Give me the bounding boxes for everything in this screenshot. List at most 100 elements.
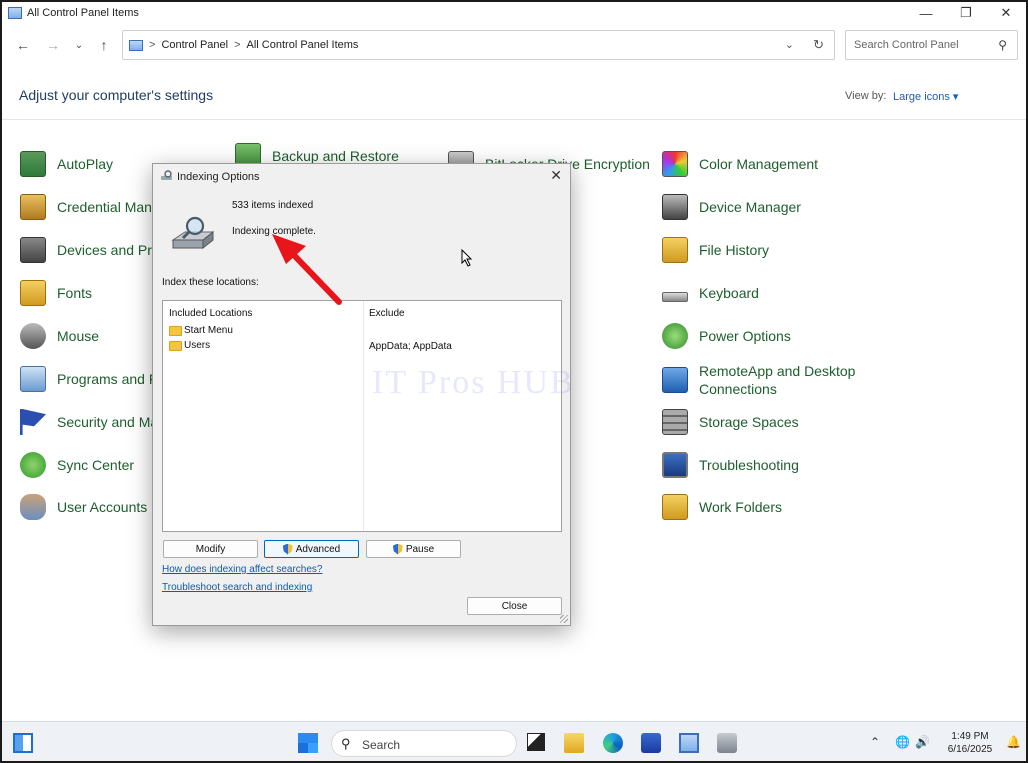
search-input[interactable]: Search Control Panel ⚲ <box>845 30 1018 60</box>
item-user-accounts[interactable]: User Accounts <box>20 493 147 521</box>
refresh-icon[interactable]: ↻ <box>813 37 824 53</box>
item-devices-printers[interactable]: Devices and Prin <box>20 236 163 264</box>
modify-button[interactable]: Modify <box>163 540 258 558</box>
widgets-icon[interactable] <box>13 733 33 753</box>
navigation-bar: ← → ⌄ ↑ > Control Panel > All Control Pa… <box>2 30 1026 62</box>
taskbar-search-input[interactable]: ⚲ Search <box>331 730 517 757</box>
mouse-cursor-icon <box>461 249 473 267</box>
search-placeholder: Search Control Panel <box>854 39 959 51</box>
close-dialog-button[interactable]: Close <box>467 597 562 615</box>
edge-browser-icon[interactable] <box>603 733 623 753</box>
view-by-label: View by: <box>845 90 887 102</box>
flag-icon <box>20 409 46 435</box>
minimize-button[interactable]: — <box>906 2 946 24</box>
forward-arrow-icon[interactable]: → <box>43 35 63 55</box>
dialog-close-icon[interactable]: ✕ <box>550 167 562 184</box>
item-programs-features[interactable]: Programs and F <box>20 365 157 393</box>
index-locations-label: Index these locations: <box>162 277 259 288</box>
pause-button[interactable]: Pause <box>366 540 461 558</box>
color-management-icon <box>662 151 688 177</box>
item-keyboard[interactable]: Keyboard <box>662 279 759 307</box>
item-troubleshooting[interactable]: Troubleshooting <box>662 451 799 479</box>
item-work-folders[interactable]: Work Folders <box>662 493 782 521</box>
column-header-exclude[interactable]: Exclude <box>369 308 405 319</box>
recent-chevron-icon[interactable]: ⌄ <box>69 35 89 55</box>
item-sync-center[interactable]: Sync Center <box>20 451 134 479</box>
chevron-up-icon[interactable]: ⌃ <box>870 735 880 749</box>
control-panel-taskbar-icon[interactable] <box>679 733 699 753</box>
chevron-down-icon[interactable]: ⌄ <box>785 38 794 51</box>
task-view-icon[interactable] <box>527 733 545 751</box>
item-device-manager[interactable]: Device Manager <box>662 193 801 221</box>
advanced-button[interactable]: Advanced <box>264 540 359 558</box>
item-security-maintenance[interactable]: Security and Ma <box>20 408 158 436</box>
search-icon[interactable]: ⚲ <box>998 38 1007 52</box>
device-manager-icon <box>662 194 688 220</box>
back-arrow-icon[interactable]: ← <box>13 35 33 55</box>
indexing-options-taskbar-icon[interactable] <box>717 733 737 753</box>
folder-icon <box>169 340 182 351</box>
item-power-options[interactable]: Power Options <box>662 322 791 350</box>
programs-icon <box>20 366 46 392</box>
users-icon <box>20 494 46 520</box>
file-explorer-icon[interactable] <box>564 733 584 753</box>
storage-icon <box>662 409 688 435</box>
address-bar[interactable]: > Control Panel > All Control Panel Item… <box>122 30 835 60</box>
view-by-dropdown[interactable]: Large icons ▾ <box>893 90 958 103</box>
maximize-button[interactable]: ❐ <box>946 2 986 24</box>
column-header-included[interactable]: Included Locations <box>169 308 252 319</box>
item-storage-spaces[interactable]: Storage Spaces <box>662 408 799 436</box>
list-item[interactable]: Users <box>169 340 210 351</box>
troubleshooting-icon <box>662 452 688 478</box>
network-globe-icon[interactable]: 🌐 <box>895 735 910 749</box>
control-panel-icon <box>129 39 143 51</box>
shield-icon <box>282 543 293 555</box>
credential-manager-icon <box>20 194 46 220</box>
watermark: IT Pros HUB <box>372 364 575 401</box>
printer-icon <box>20 237 46 263</box>
keyboard-icon <box>662 292 688 302</box>
item-fonts[interactable]: Fonts <box>20 279 92 307</box>
indexing-affect-link[interactable]: How does indexing affect searches? <box>162 564 322 575</box>
breadcrumb-all-items[interactable]: All Control Panel Items <box>247 39 359 51</box>
item-file-history[interactable]: File History <box>662 236 769 264</box>
indexing-icon <box>161 170 172 180</box>
fonts-icon <box>20 280 46 306</box>
item-color-management[interactable]: Color Management <box>662 150 818 178</box>
taskbar: ⚲ Search ⌃ 🌐 🔊 1:49 PM 6/16/2025 🔔 <box>2 721 1026 761</box>
dialog-title: Indexing Options <box>177 171 260 183</box>
resize-grip[interactable] <box>560 615 568 623</box>
work-folders-icon <box>662 494 688 520</box>
shield-icon <box>392 543 403 555</box>
item-credential-manager[interactable]: Credential Mana <box>20 193 160 221</box>
remoteapp-icon <box>662 367 688 393</box>
volume-icon[interactable]: 🔊 <box>915 735 930 749</box>
indexing-status: Indexing complete. <box>232 226 316 237</box>
items-indexed-count: 533 items indexed <box>232 200 314 211</box>
file-history-icon <box>662 237 688 263</box>
autoplay-icon <box>20 151 46 177</box>
title-bar: All Control Panel Items — ❐ ✕ <box>2 2 1026 24</box>
item-mouse[interactable]: Mouse <box>20 322 99 350</box>
list-item[interactable]: Start Menu <box>169 325 233 336</box>
indexing-drive-icon <box>171 216 215 250</box>
system-clock[interactable]: 1:49 PM 6/16/2025 <box>939 730 1001 756</box>
search-icon: ⚲ <box>341 736 351 751</box>
control-panel-icon <box>8 7 22 19</box>
troubleshoot-link[interactable]: Troubleshoot search and indexing <box>162 582 312 593</box>
control-panel-window: All Control Panel Items — ❐ ✕ ← → ⌄ ↑ > … <box>0 0 1028 763</box>
folder-icon <box>169 325 182 336</box>
up-arrow-icon[interactable]: ↑ <box>94 35 114 55</box>
start-windows-icon[interactable] <box>298 733 318 753</box>
store-icon[interactable] <box>641 733 661 753</box>
exclude-value: AppData; AppData <box>369 341 452 352</box>
mouse-icon <box>20 323 46 349</box>
item-remoteapp[interactable]: RemoteApp and Desktop Connections <box>662 362 855 398</box>
window-title: All Control Panel Items <box>27 7 139 19</box>
sync-icon <box>20 452 46 478</box>
breadcrumb-control-panel[interactable]: Control Panel <box>161 39 228 51</box>
close-button[interactable]: ✕ <box>986 2 1026 24</box>
locations-list[interactable]: Included Locations Exclude Start Menu Us… <box>162 300 562 532</box>
item-autoplay[interactable]: AutoPlay <box>20 150 113 178</box>
notification-bell-icon[interactable]: 🔔 <box>1006 735 1021 749</box>
